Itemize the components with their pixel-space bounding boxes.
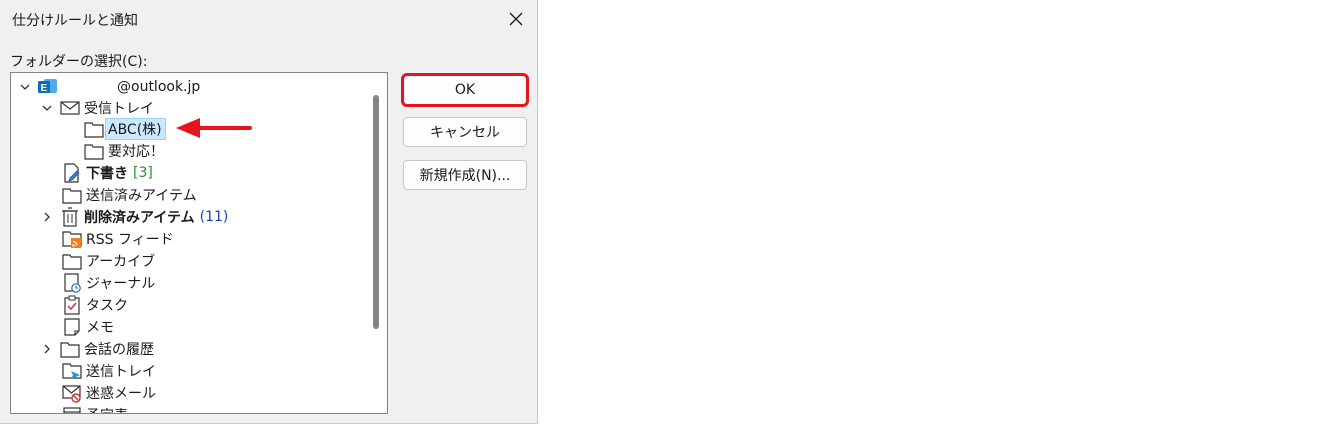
svg-text:E: E: [41, 83, 48, 94]
chevron-right-icon[interactable]: [41, 211, 53, 223]
tree-label: 下書き: [86, 166, 128, 182]
tree-label: アーカイブ: [86, 254, 156, 270]
folder-select-label: フォルダーの選択(C):: [10, 54, 148, 70]
tree-item-junk[interactable]: 迷惑メール: [61, 382, 156, 404]
tree-label: メモ: [86, 320, 114, 336]
folder-icon: [61, 250, 83, 272]
tree-item-conversation[interactable]: 会話の履歴: [41, 338, 154, 360]
note-icon: [61, 316, 83, 338]
tree-item-sent[interactable]: 送信済みアイテム: [61, 184, 197, 206]
tree-item-deleted[interactable]: 削除済みアイテム (11): [41, 206, 228, 228]
annotation-arrow-icon: [176, 118, 252, 138]
tree-label: 送信トレイ: [86, 364, 156, 380]
calendar-icon: [61, 404, 83, 413]
drafts-count: [3]: [133, 165, 153, 181]
tree-label: 削除済みアイテム: [84, 210, 195, 226]
task-icon: [61, 294, 83, 316]
rules-dialog: 仕分けルールと通知 フォルダーの選択(C): E @outlook.jp 受信ト…: [0, 0, 538, 424]
folder-icon: [83, 140, 105, 162]
tree-item-tasks[interactable]: タスク: [61, 294, 128, 316]
trash-icon: [59, 206, 81, 228]
scroll-thumb[interactable]: [373, 95, 379, 329]
tree-item-account[interactable]: E @outlook.jp: [19, 76, 200, 98]
tree-label: タスク: [86, 298, 128, 314]
close-button[interactable]: [498, 2, 534, 36]
tree-item-abc[interactable]: ABC(株): [83, 118, 166, 140]
tree-label: RSS フィード: [86, 232, 174, 248]
tree-item-journal[interactable]: ジャーナル: [61, 272, 155, 294]
folder-icon: [59, 338, 81, 360]
tree-item-drafts[interactable]: 下書き [3]: [61, 162, 153, 184]
journal-icon: [61, 272, 83, 294]
rss-folder-icon: [61, 228, 83, 250]
outbox-icon: [61, 360, 83, 382]
tree-label: 会話の履歴: [84, 342, 154, 358]
tree-label: ジャーナル: [86, 276, 156, 292]
chevron-down-icon[interactable]: [19, 81, 31, 93]
tree-item-notes[interactable]: メモ: [61, 316, 114, 338]
tree-label: 迷惑メール: [86, 386, 156, 402]
tree-item-cutoff[interactable]: 予定表: [61, 404, 128, 413]
tree-label-selected: ABC(株): [105, 118, 166, 140]
tree-label: 予定表: [86, 405, 128, 413]
folder-icon: [61, 184, 83, 206]
deleted-count: (11): [199, 209, 229, 225]
scrollbar[interactable]: [367, 73, 387, 413]
exchange-icon: E: [37, 76, 59, 98]
tree-label: 受信トレイ: [84, 101, 154, 117]
tree-item-inbox[interactable]: 受信トレイ: [41, 97, 154, 119]
tree-label: 送信済みアイテム: [86, 188, 197, 204]
envelope-icon: [59, 97, 81, 119]
folder-icon: [83, 118, 105, 140]
tree-item-archive[interactable]: アーカイブ: [61, 250, 155, 272]
tree-item-rss[interactable]: RSS フィード: [61, 228, 174, 250]
chevron-right-icon[interactable]: [41, 343, 53, 355]
ok-highlight-box: [401, 73, 529, 107]
cancel-button[interactable]: キャンセル: [403, 117, 527, 147]
tree-item-taiou[interactable]: 要対応！: [83, 140, 164, 162]
close-icon: [509, 12, 523, 26]
dialog-title: 仕分けルールと通知: [12, 13, 138, 29]
new-folder-button[interactable]: 新規作成(N)...: [403, 160, 527, 190]
tree-label: 要対応！: [108, 144, 164, 160]
title-bar: 仕分けルールと通知: [0, 0, 537, 38]
account-name: @outlook.jp: [117, 79, 201, 95]
drafts-icon: [61, 162, 83, 184]
junk-mail-icon: [61, 382, 83, 404]
tree-item-outbox[interactable]: 送信トレイ: [61, 360, 156, 382]
chevron-down-icon[interactable]: [41, 102, 53, 114]
